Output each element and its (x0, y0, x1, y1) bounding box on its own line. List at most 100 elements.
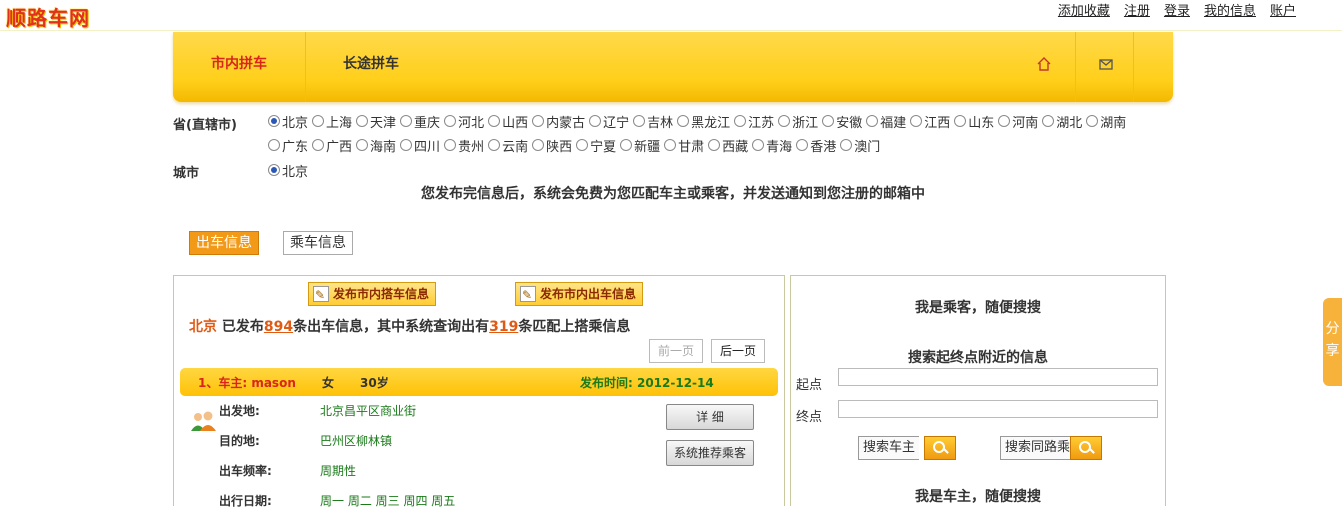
province-radio[interactable]: 内蒙古 (532, 112, 585, 131)
radio-button-icon[interactable] (1042, 115, 1055, 127)
link-add-favorite[interactable]: 添加收藏 (1058, 0, 1110, 19)
radio-button-icon[interactable] (752, 139, 765, 151)
tab-long-carpool[interactable]: 长途拼车 (343, 32, 399, 102)
province-radio[interactable]: 河北 (444, 112, 484, 131)
radio-button-icon[interactable] (312, 139, 325, 151)
entry-age: 30岁 (360, 376, 389, 390)
radio-button-icon[interactable] (734, 115, 747, 127)
end-input[interactable] (838, 400, 1158, 418)
province-radio[interactable]: 宁夏 (576, 136, 616, 155)
province-radio[interactable]: 香港 (796, 136, 836, 155)
province-radio[interactable]: 陕西 (532, 136, 572, 155)
radio-button-icon[interactable] (910, 115, 923, 127)
province-radio[interactable]: 新疆 (620, 136, 660, 155)
radio-button-icon[interactable] (620, 139, 633, 151)
radio-button-icon[interactable] (444, 139, 457, 151)
province-radio[interactable]: 江苏 (734, 112, 774, 131)
link-account[interactable]: 账户 (1270, 0, 1296, 19)
province-radio[interactable]: 湖南 (1086, 112, 1126, 131)
radio-button-icon[interactable] (356, 139, 369, 151)
link-my-info[interactable]: 我的信息 (1204, 0, 1256, 19)
publish-ride-button[interactable]: 发布市内搭车信息 (308, 282, 437, 306)
radio-button-icon[interactable] (708, 139, 721, 151)
next-page-button[interactable]: 后一页 (711, 339, 766, 363)
province-radio[interactable]: 天津 (356, 112, 396, 131)
tab-passenger-info[interactable]: 乘车信息 (283, 231, 353, 255)
radio-button-icon[interactable] (532, 115, 545, 127)
province-radio[interactable]: 辽宁 (589, 112, 629, 131)
radio-button-icon[interactable] (840, 139, 853, 151)
province-radio[interactable]: 贵州 (444, 136, 484, 155)
link-login[interactable]: 登录 (1164, 0, 1190, 19)
radio-button-icon[interactable] (312, 115, 325, 127)
site-logo[interactable]: 顺路车网 (6, 2, 90, 31)
search-owner-button[interactable]: 搜索车主 (858, 436, 958, 460)
search-passenger-button[interactable]: 搜索同路乘客 (1000, 436, 1102, 460)
province-radio[interactable]: 黑龙江 (677, 112, 730, 131)
province-radio[interactable]: 山西 (488, 112, 528, 131)
mail-icon[interactable] (1098, 56, 1114, 72)
radio-button-icon[interactable] (576, 139, 589, 151)
publish-drive-button[interactable]: 发布市内出车信息 (515, 282, 644, 306)
province-radio[interactable]: 重庆 (400, 112, 440, 131)
share-tab[interactable]: 分享 (1323, 298, 1342, 386)
start-input[interactable] (838, 368, 1158, 386)
radio-button-icon[interactable] (866, 115, 879, 127)
radio-button-icon[interactable] (400, 115, 413, 127)
radio-button-icon[interactable] (488, 115, 501, 127)
radio-button-icon[interactable] (444, 115, 457, 127)
province-radio[interactable]: 青海 (752, 136, 792, 155)
province-radio[interactable]: 云南 (488, 136, 528, 155)
radio-button-icon[interactable] (1086, 115, 1099, 127)
detail-button[interactable]: 详 细 (666, 404, 754, 430)
recommend-passengers-button[interactable]: 系统推荐乘客 (666, 440, 754, 466)
province-radio[interactable]: 广西 (312, 136, 352, 155)
tab-driver-info[interactable]: 出车信息 (189, 231, 259, 255)
home-icon[interactable] (1036, 56, 1052, 72)
province-radio[interactable]: 甘肃 (664, 136, 704, 155)
province-radio[interactable]: 澳门 (840, 136, 880, 155)
province-radio[interactable]: 江西 (910, 112, 950, 131)
province-radio-label: 上海 (326, 115, 353, 131)
link-register[interactable]: 注册 (1124, 0, 1150, 19)
province-radio[interactable]: 吉林 (633, 112, 673, 131)
published-count-link[interactable]: 894 (264, 319, 293, 335)
radio-button-icon[interactable] (664, 139, 677, 151)
province-radio[interactable]: 河南 (998, 112, 1038, 131)
radio-button-icon[interactable] (488, 139, 501, 151)
province-radio[interactable]: 浙江 (778, 112, 818, 131)
province-radio[interactable]: 西藏 (708, 136, 748, 155)
province-radio[interactable]: 广东 (268, 136, 308, 155)
prev-page-button[interactable]: 前一页 (649, 339, 704, 363)
radio-button-icon[interactable] (268, 139, 280, 151)
radio-button-icon[interactable] (268, 115, 280, 127)
radio-button-icon[interactable] (532, 139, 545, 151)
province-radio[interactable]: 山东 (954, 112, 994, 131)
radio-button-icon[interactable] (822, 115, 835, 127)
province-radio[interactable]: 四川 (400, 136, 440, 155)
start-label: 起点 (796, 378, 823, 393)
radio-button-icon[interactable] (998, 115, 1011, 127)
radio-button-icon[interactable] (589, 115, 602, 127)
matched-count-link[interactable]: 319 (489, 319, 518, 335)
province-radio[interactable]: 上海 (312, 112, 353, 131)
radio-button-icon[interactable] (677, 115, 690, 127)
province-radio-label: 海南 (370, 139, 397, 155)
tab-city-carpool[interactable]: 市内拼车 (173, 32, 306, 102)
province-radio[interactable]: 福建 (866, 112, 906, 131)
province-radio-label: 北京 (282, 115, 309, 131)
radio-button-icon[interactable] (356, 115, 369, 127)
date-label: 出行日期: (219, 494, 272, 508)
province-radio[interactable]: 湖北 (1042, 112, 1082, 131)
radio-button-icon[interactable] (400, 139, 413, 151)
radio-button-icon[interactable] (796, 139, 809, 151)
radio-button-icon[interactable] (268, 164, 280, 176)
province-radio[interactable]: 北京 (268, 112, 309, 131)
province-radio[interactable]: 海南 (356, 136, 397, 155)
city-radio[interactable]: 北京 (268, 161, 308, 180)
radio-button-icon[interactable] (633, 115, 646, 127)
province-radio[interactable]: 安徽 (822, 112, 862, 131)
passenger-search-title: 我是乘客，随便搜搜 (915, 300, 1041, 316)
radio-button-icon[interactable] (954, 115, 967, 127)
radio-button-icon[interactable] (778, 115, 791, 127)
